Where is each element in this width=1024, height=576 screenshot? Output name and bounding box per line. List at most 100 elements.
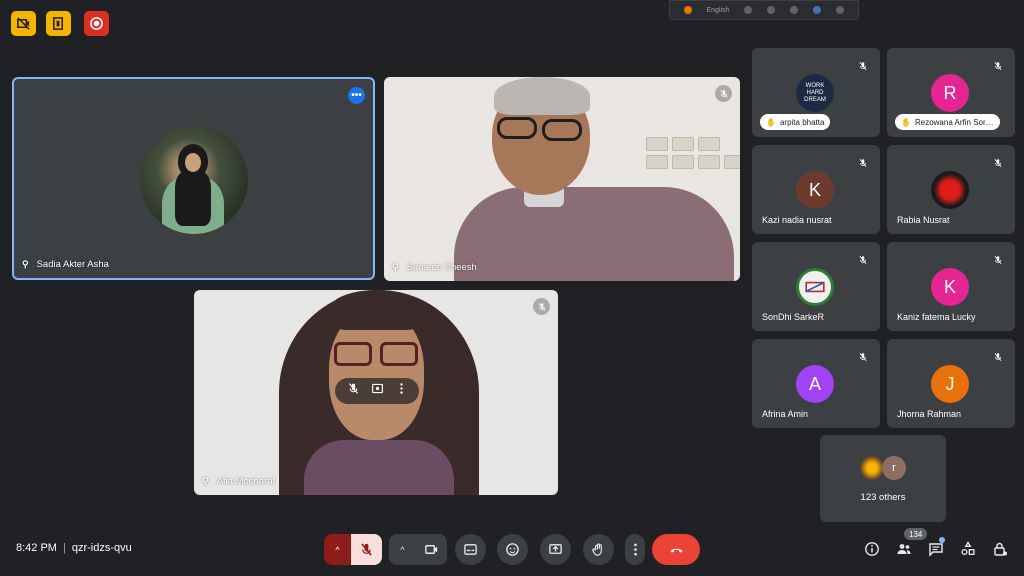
meeting-details-icon[interactable] <box>863 540 881 558</box>
participant-name: Afia Mosharat <box>216 476 276 487</box>
mic-options-chevron-icon[interactable]: ^ <box>324 534 351 565</box>
leave-call-button[interactable] <box>652 534 700 565</box>
avatar: K <box>796 171 834 209</box>
videocam-icon <box>425 545 438 554</box>
participant-tile-sadia[interactable]: ••• ⚲ Sadia Akter Asha <box>12 77 375 280</box>
mic-off-icon <box>989 57 1006 74</box>
participant-tile-rabia[interactable]: Rabia Nusrat <box>887 145 1015 234</box>
participant-tile-kaniz[interactable]: K Kaniz fatema Lucky <box>887 242 1015 331</box>
meeting-code: qzr-idzs-qvu <box>71 542 132 554</box>
name-chip: ✋ Rezowana Arfin Sor… <box>895 114 1000 130</box>
people-icon[interactable] <box>895 540 913 558</box>
recording-icon[interactable] <box>84 11 109 36</box>
mic-off-icon <box>989 154 1006 171</box>
avatar: A <box>796 365 834 403</box>
participant-name: arpita bhatta <box>779 117 825 127</box>
avatar: J <box>931 365 969 403</box>
notification-dot <box>939 537 945 543</box>
video-feed <box>384 77 740 281</box>
mic-off-icon <box>361 543 372 556</box>
pin-icon[interactable]: ⚲ <box>202 476 209 487</box>
emoji-icon <box>506 543 519 556</box>
mic-off-icon <box>854 251 871 268</box>
avatar: R <box>931 74 969 112</box>
mic-off-icon <box>533 298 550 315</box>
tile-hover-controls[interactable] <box>335 378 419 404</box>
others-tile[interactable]: r 123 others <box>820 435 946 522</box>
participant-name: SonDhi SarkeR <box>762 312 825 322</box>
close-icon[interactable] <box>836 6 845 14</box>
participant-tile-kazi[interactable]: K Kazi nadia nusrat <box>752 145 880 234</box>
participant-tile-sondhi[interactable]: SonDhi SarkeR <box>752 242 880 331</box>
mic-off-icon <box>854 348 871 365</box>
avatar: K <box>931 268 969 306</box>
mute-participant-icon[interactable] <box>347 382 360 400</box>
pin-icon[interactable]: ⚲ <box>392 262 399 273</box>
others-count: 123 others <box>860 492 906 503</box>
more-options-button[interactable] <box>625 534 645 565</box>
participant-count-badge: 134 <box>904 528 928 540</box>
profile-photo <box>796 268 834 306</box>
mic-off-icon <box>989 251 1006 268</box>
caption-icon[interactable] <box>744 6 753 14</box>
mic-off-icon <box>989 348 1006 365</box>
hand-icon: ✋ <box>901 117 911 127</box>
participant-tile-rezowana[interactable]: R ✋ Rezowana Arfin Sor… <box>887 48 1015 137</box>
extension-toolbar[interactable]: English <box>669 0 859 20</box>
flag-icon[interactable] <box>767 6 776 14</box>
activities-icon[interactable] <box>959 540 977 558</box>
participant-name: Kaniz fatema Lucky <box>897 312 976 322</box>
mini-avatar <box>860 456 884 480</box>
language-label[interactable]: English <box>707 7 730 14</box>
hand-icon <box>592 543 602 556</box>
participant-tile-sameeo[interactable]: ⚲ Sameeo Sheesh <box>384 77 740 281</box>
participant-tile-jhorna[interactable]: J Jhorna Rahman <box>887 339 1015 428</box>
extension-icon[interactable] <box>683 6 692 14</box>
camera-toggle-button[interactable] <box>416 534 447 565</box>
mic-off-icon <box>854 154 871 171</box>
host-controls-icon[interactable] <box>46 11 71 36</box>
reactions-button[interactable] <box>497 534 528 565</box>
logo-icon <box>805 281 825 293</box>
participant-name: Afrina Amin <box>762 409 809 419</box>
meeting-info: 8:42 PM | qzr-idzs-qvu <box>16 542 132 554</box>
participant-tile-afia[interactable]: ⚲ Afia Mosharat <box>194 290 558 495</box>
profile-photo <box>140 126 248 234</box>
hand-icon: ✋ <box>766 117 776 127</box>
raise-hand-button[interactable] <box>583 534 614 565</box>
participant-name: Kazi nadia nusrat <box>762 215 832 225</box>
mic-off-icon <box>854 57 871 74</box>
camera-options-chevron-icon[interactable]: ^ <box>389 534 416 565</box>
divider: | <box>62 542 66 554</box>
meeting-time: 8:42 PM <box>16 542 57 554</box>
participant-tile-afrina[interactable]: A Afrina Amin <box>752 339 880 428</box>
captions-icon <box>464 544 477 555</box>
participant-name: Rabia Nusrat <box>897 215 950 225</box>
participant-name: Sameeo Sheesh <box>406 262 477 273</box>
captions-button[interactable] <box>455 534 486 565</box>
mic-off-icon <box>715 85 732 102</box>
settings-icon[interactable] <box>790 6 799 14</box>
info-icon[interactable] <box>813 6 822 14</box>
pin-icon[interactable]: ⚲ <box>22 259 29 270</box>
more-vert-icon <box>633 543 637 556</box>
mic-control[interactable]: ^ <box>324 534 382 565</box>
camera-off-icon[interactable] <box>11 11 36 36</box>
profile-photo <box>931 171 969 209</box>
more-options-button[interactable]: ••• <box>348 87 365 104</box>
present-button[interactable] <box>540 534 571 565</box>
mini-avatar: r <box>882 456 906 480</box>
frame-icon[interactable] <box>371 382 384 400</box>
profile-photo: WORK HARD DREAM <box>796 74 834 112</box>
participant-name: Sadia Akter Asha <box>36 259 109 270</box>
participant-name: Rezowana Arfin Sor… <box>914 117 994 127</box>
host-controls-lock-icon[interactable] <box>991 540 1009 558</box>
call-end-icon <box>669 548 683 553</box>
name-chip: ✋ arpita bhatta <box>760 114 831 130</box>
more-vert-icon[interactable] <box>395 382 408 400</box>
mic-toggle-button[interactable] <box>351 534 382 565</box>
present-screen-icon <box>549 544 562 554</box>
camera-control[interactable]: ^ <box>389 534 447 565</box>
participant-name: Jhorna Rahman <box>897 409 962 419</box>
participant-tile-arpita[interactable]: WORK HARD DREAM ✋ arpita bhatta <box>752 48 880 137</box>
